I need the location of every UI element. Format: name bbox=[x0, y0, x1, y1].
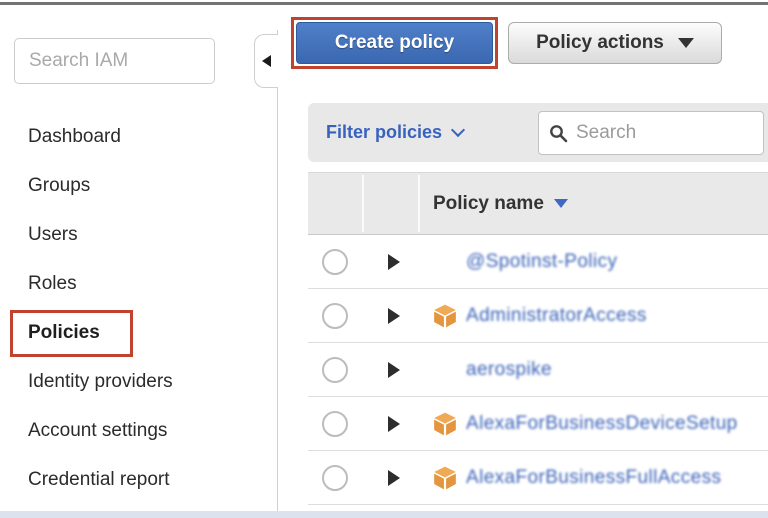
policy-table: @Spotinst-Policy AdministratorAccess aer… bbox=[308, 235, 768, 505]
policy-name-link[interactable]: AlexaForBusinessFullAccess bbox=[466, 467, 721, 489]
bottom-crop-strip bbox=[0, 511, 768, 518]
sidebar-nav: Dashboard Groups Users Roles Policies Id… bbox=[0, 112, 276, 504]
sidebar-item-credential-report[interactable]: Credential report bbox=[0, 455, 276, 504]
row-radio[interactable] bbox=[322, 303, 348, 329]
sidebar-item-users[interactable]: Users bbox=[0, 210, 276, 259]
table-header: Policy name bbox=[308, 172, 768, 235]
filter-policies-label: Filter policies bbox=[326, 122, 442, 143]
row-radio[interactable] bbox=[322, 357, 348, 383]
column-header-policy-name[interactable]: Policy name bbox=[433, 173, 568, 234]
filter-policies-dropdown[interactable]: Filter policies bbox=[326, 122, 463, 143]
sort-descending-icon bbox=[554, 199, 568, 208]
row-radio[interactable] bbox=[322, 249, 348, 275]
column-separator bbox=[418, 175, 420, 232]
sidebar-item-identity-providers[interactable]: Identity providers bbox=[0, 357, 276, 406]
table-row: AlexaForBusinessDeviceSetup bbox=[308, 397, 768, 451]
expand-arrow-icon[interactable] bbox=[388, 308, 400, 324]
policy-name-link[interactable]: AlexaForBusinessDeviceSetup bbox=[466, 413, 738, 435]
search-iam-input[interactable] bbox=[14, 38, 215, 84]
sidebar-item-policies[interactable]: Policies bbox=[0, 308, 276, 357]
table-row: @Spotinst-Policy bbox=[308, 235, 768, 289]
table-row: aerospike bbox=[308, 343, 768, 397]
sidebar-item-dashboard[interactable]: Dashboard bbox=[0, 112, 276, 161]
create-policy-button[interactable]: Create policy bbox=[296, 22, 493, 64]
policy-name-link[interactable]: aerospike bbox=[466, 359, 552, 381]
policy-actions-label: Policy actions bbox=[536, 32, 664, 54]
policy-actions-button[interactable]: Policy actions bbox=[508, 22, 722, 64]
policy-name-link[interactable]: AdministratorAccess bbox=[466, 305, 647, 327]
column-separator bbox=[362, 175, 364, 232]
aws-managed-policy-icon bbox=[432, 465, 458, 491]
filter-bar: Filter policies bbox=[308, 103, 768, 162]
table-row: AdministratorAccess bbox=[308, 289, 768, 343]
expand-arrow-icon[interactable] bbox=[388, 470, 400, 486]
policy-name-label: Policy name bbox=[433, 193, 544, 215]
policy-name-link[interactable]: @Spotinst-Policy bbox=[466, 251, 617, 273]
chevron-down-icon bbox=[451, 122, 465, 136]
row-radio[interactable] bbox=[322, 411, 348, 437]
sidebar-item-account-settings[interactable]: Account settings bbox=[0, 406, 276, 455]
sidebar-item-roles[interactable]: Roles bbox=[0, 259, 276, 308]
policy-search-box bbox=[538, 111, 764, 155]
aws-managed-policy-icon bbox=[432, 411, 458, 437]
table-row: AlexaForBusinessFullAccess bbox=[308, 451, 768, 505]
sidebar-collapse-button[interactable] bbox=[254, 34, 278, 88]
expand-arrow-icon[interactable] bbox=[388, 362, 400, 378]
left-arrow-icon bbox=[262, 55, 271, 67]
row-radio[interactable] bbox=[322, 465, 348, 491]
sidebar-item-groups[interactable]: Groups bbox=[0, 161, 276, 210]
aws-managed-policy-icon bbox=[432, 303, 458, 329]
chevron-down-icon bbox=[678, 38, 694, 48]
search-icon bbox=[549, 124, 568, 143]
top-crop-strip bbox=[0, 2, 768, 5]
expand-arrow-icon[interactable] bbox=[388, 254, 400, 270]
expand-arrow-icon[interactable] bbox=[388, 416, 400, 432]
sidebar-divider bbox=[277, 30, 278, 511]
policy-search-input[interactable] bbox=[576, 122, 726, 144]
